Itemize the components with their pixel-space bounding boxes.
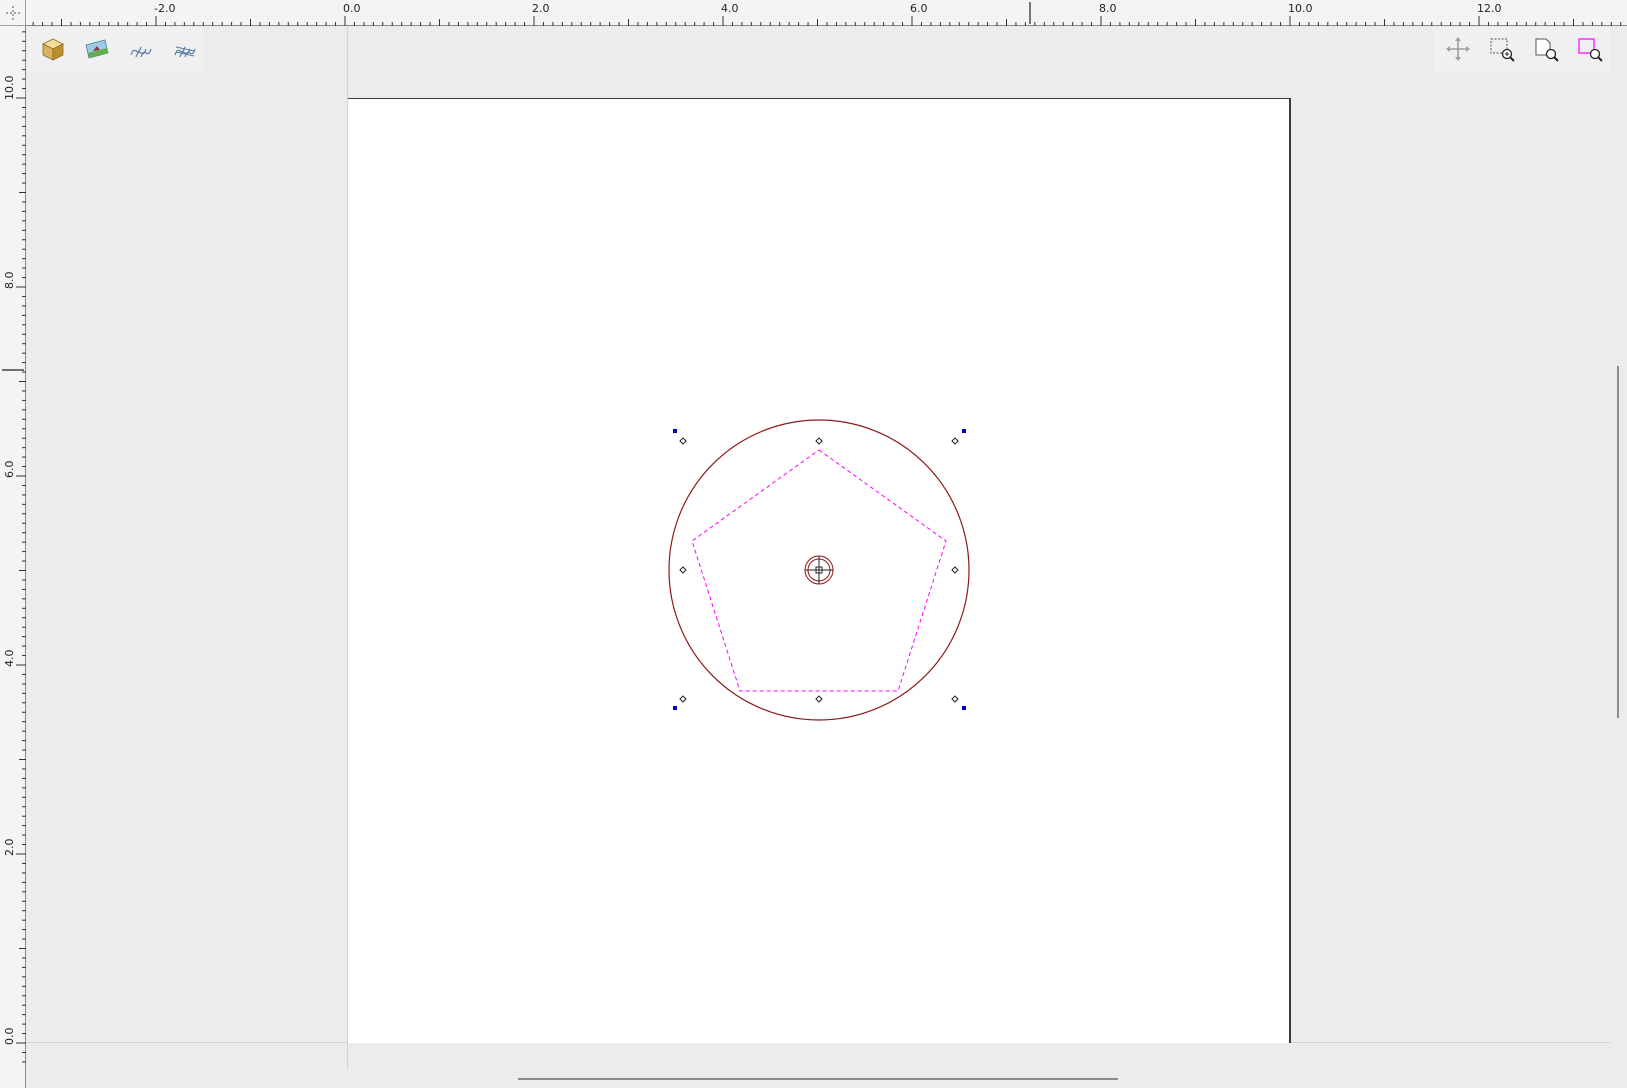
- zoom-selection-button[interactable]: [1484, 31, 1520, 67]
- ruler-label: 6.0: [910, 2, 928, 15]
- zoom-page-icon: [1535, 38, 1559, 62]
- zoom-selection-icon: [1490, 38, 1515, 62]
- ruler-label: 2.0: [532, 2, 550, 15]
- zoom-objects-icon: [1578, 38, 1603, 62]
- zoom-objects-button[interactable]: [1572, 31, 1608, 67]
- pan-icon: [1446, 37, 1470, 61]
- ruler-origin-icon: [6, 6, 20, 20]
- ruler-corner[interactable]: [0, 0, 26, 26]
- wave-hatch-icon: [174, 46, 196, 58]
- right-toolbar: [1434, 27, 1610, 71]
- horizontal-ruler[interactable]: -2.0 0.0 2.0 4.0 6.0 8.0 10.0 12.0: [26, 0, 1627, 26]
- horizontal-scrollbar[interactable]: [26, 1070, 1610, 1088]
- horizontal-scrollbar-thumb[interactable]: [518, 1078, 1118, 1080]
- vertical-ruler[interactable]: 10.0 8.0 6.0 4.0 2.0 0.0: [0, 26, 26, 1088]
- vertical-ruler-ticks: 10.0 8.0 6.0 4.0 2.0 0.0: [2, 31, 26, 1063]
- hatch-tool-button[interactable]: [167, 31, 203, 67]
- vertical-scrollbar-thumb[interactable]: [1617, 366, 1619, 718]
- horizontal-ruler-ticks: -2.0 0.0 2.0 4.0 6.0 8.0 10.0 12.0: [32, 2, 1622, 26]
- ruler-label: 0.0: [3, 1028, 16, 1046]
- ruler-label: 6.0: [3, 461, 16, 479]
- lines-tool-button[interactable]: [123, 31, 159, 67]
- ruler-label: 0.0: [343, 2, 361, 15]
- ruler-label: 4.0: [721, 2, 739, 15]
- left-toolbar: [27, 27, 203, 71]
- pan-button[interactable]: [1440, 31, 1476, 67]
- cube-icon: [42, 38, 64, 61]
- ruler-label: 2.0: [3, 839, 16, 857]
- ruler-label: 12.0: [1477, 2, 1502, 15]
- vertical-scrollbar[interactable]: [1610, 26, 1627, 1070]
- ruler-label: 8.0: [3, 272, 16, 290]
- ruler-label: 8.0: [1099, 2, 1117, 15]
- wave-lines-icon: [130, 46, 152, 58]
- document-page[interactable]: [348, 98, 1291, 1043]
- ruler-label: -2.0: [154, 2, 175, 15]
- image-icon: [85, 39, 109, 59]
- ruler-label: 4.0: [3, 650, 16, 668]
- zoom-page-button[interactable]: [1528, 31, 1564, 67]
- image-tool-button[interactable]: [79, 31, 115, 67]
- ruler-label: 10.0: [3, 76, 16, 101]
- ruler-label: 10.0: [1288, 2, 1313, 15]
- cube-tool-button[interactable]: [35, 31, 71, 67]
